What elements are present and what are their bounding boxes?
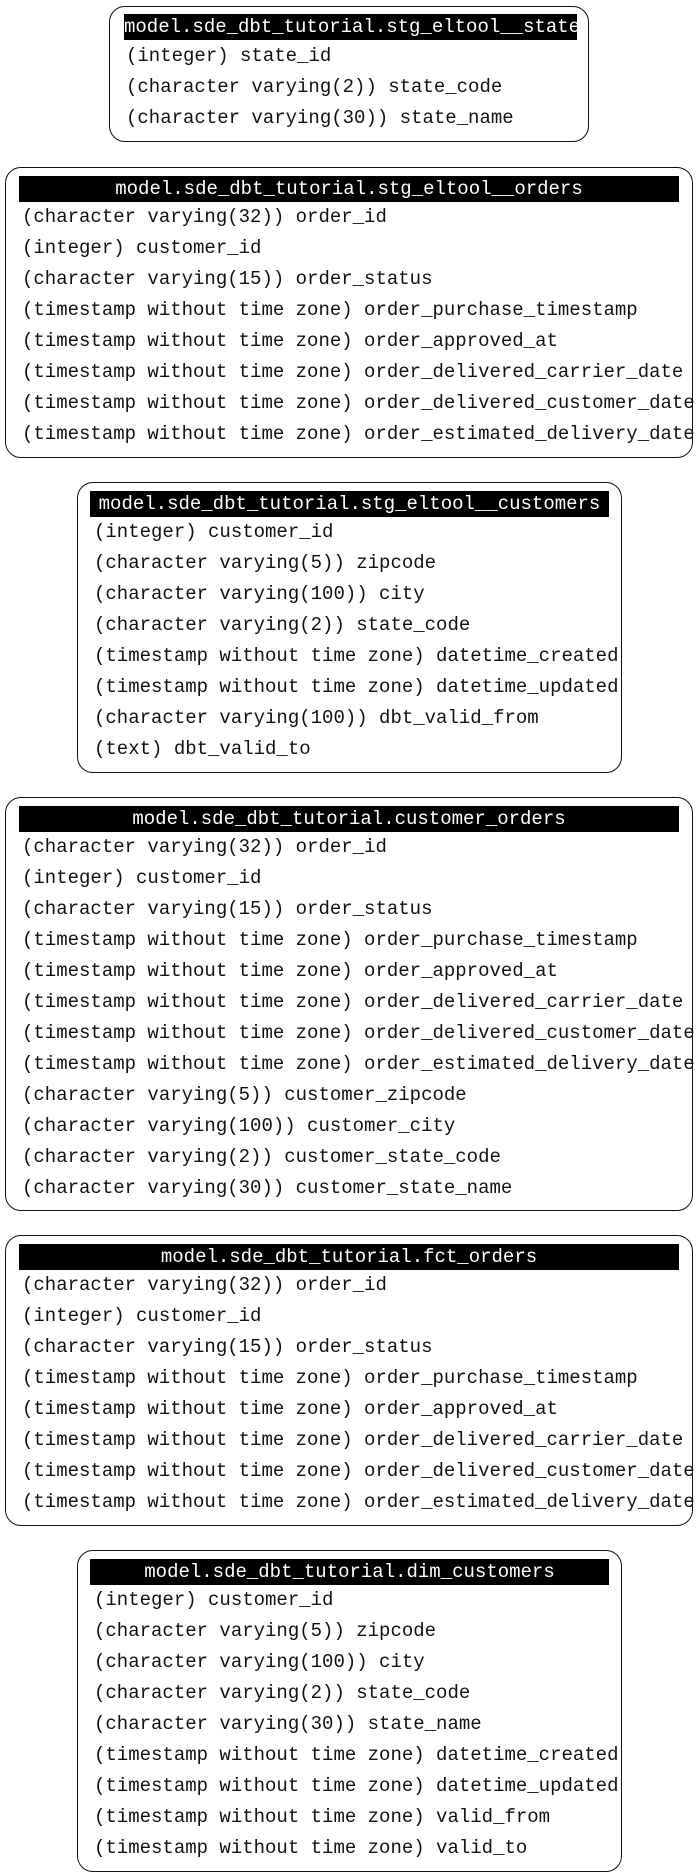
column-row: (timestamp without time zone) order_appr… (22, 960, 558, 982)
column-row: (integer) customer_id (22, 237, 262, 259)
column-row: (timestamp without time zone) datetime_u… (94, 1775, 619, 1797)
column-row: (character varying(2)) state_code (94, 1682, 471, 1704)
column-row: (character varying(15)) order_status (22, 268, 433, 290)
table-fct-orders[interactable]: model.sde_dbt_tutorial.fct_orders (chara… (5, 1235, 695, 1526)
column-row: (timestamp without time zone) order_esti… (22, 423, 695, 445)
column-row: (character varying(32)) order_id (22, 1274, 387, 1296)
column-row: (character varying(2)) state_code (126, 76, 503, 98)
column-row: (timestamp without time zone) order_purc… (22, 929, 638, 951)
column-row: (character varying(30)) state_name (94, 1713, 482, 1735)
column-row: (character varying(15)) order_status (22, 1336, 433, 1358)
column-row: (timestamp without time zone) valid_to (94, 1837, 528, 1859)
column-row: (integer) customer_id (22, 1305, 262, 1327)
column-row: (timestamp without time zone) order_deli… (22, 991, 684, 1013)
table-stg-eltool-orders[interactable]: model.sde_dbt_tutorial.stg_eltool__order… (5, 167, 695, 458)
table-stg-eltool-customers[interactable]: model.sde_dbt_tutorial.stg_eltool__custo… (77, 482, 622, 773)
table-title: model.sde_dbt_tutorial.stg_eltool__custo… (90, 491, 609, 517)
column-row: (character varying(32)) order_id (22, 206, 387, 228)
column-row: (character varying(30)) state_name (126, 107, 514, 129)
column-row: (timestamp without time zone) order_esti… (22, 1491, 695, 1513)
column-row: (character varying(30)) customer_state_n… (22, 1177, 513, 1199)
column-row: (integer) customer_id (22, 867, 262, 889)
column-row: (timestamp without time zone) datetime_u… (94, 676, 619, 698)
column-row: (timestamp without time zone) valid_from (94, 1806, 551, 1828)
column-row: (character varying(100)) dbt_valid_from (94, 707, 539, 729)
column-row: (text) dbt_valid_to (94, 738, 311, 760)
column-row: (integer) customer_id (94, 521, 334, 543)
column-row: (timestamp without time zone) order_purc… (22, 299, 638, 321)
table-title: model.sde_dbt_tutorial.dim_customers (90, 1559, 609, 1585)
column-row: (timestamp without time zone) order_deli… (22, 1429, 684, 1451)
column-row: (character varying(32)) order_id (22, 836, 387, 858)
column-row: (integer) state_id (126, 45, 332, 67)
column-row: (timestamp without time zone) order_deli… (22, 1022, 695, 1044)
table-dim-customers[interactable]: model.sde_dbt_tutorial.dim_customers (in… (77, 1550, 622, 1872)
table-title: model.sde_dbt_tutorial.customer_orders (19, 806, 679, 832)
column-row: (character varying(2)) customer_state_co… (22, 1146, 501, 1168)
column-row: (character varying(15)) order_status (22, 898, 433, 920)
column-row: (timestamp without time zone) datetime_c… (94, 1744, 619, 1766)
column-row: (character varying(100)) city (94, 583, 425, 605)
column-row: (character varying(2)) state_code (94, 614, 471, 636)
column-row: (timestamp without time zone) order_deli… (22, 392, 695, 414)
column-row: (timestamp without time zone) order_deli… (22, 1460, 695, 1482)
column-row: (timestamp without time zone) order_appr… (22, 1398, 558, 1420)
column-row: (timestamp without time zone) order_esti… (22, 1053, 695, 1075)
column-row: (timestamp without time zone) order_appr… (22, 330, 558, 352)
column-row: (timestamp without time zone) order_purc… (22, 1367, 638, 1389)
column-row: (character varying(100)) customer_city (22, 1115, 456, 1137)
column-row: (timestamp without time zone) datetime_c… (94, 645, 619, 667)
column-row: (timestamp without time zone) order_deli… (22, 361, 684, 383)
table-customer-orders[interactable]: model.sde_dbt_tutorial.customer_orders (… (5, 797, 695, 1211)
table-stg-eltool-state[interactable]: model.sde_dbt_tutorial.stg_eltool__state… (109, 6, 589, 142)
column-row: (character varying(100)) city (94, 1651, 425, 1673)
column-row: (integer) customer_id (94, 1589, 334, 1611)
table-title: model.sde_dbt_tutorial.stg_eltool__state (124, 14, 577, 40)
table-title: model.sde_dbt_tutorial.fct_orders (19, 1244, 679, 1270)
column-row: (character varying(5)) zipcode (94, 552, 437, 574)
table-title: model.sde_dbt_tutorial.stg_eltool__order… (19, 176, 679, 202)
column-row: (character varying(5)) zipcode (94, 1620, 437, 1642)
column-row: (character varying(5)) customer_zipcode (22, 1084, 467, 1106)
